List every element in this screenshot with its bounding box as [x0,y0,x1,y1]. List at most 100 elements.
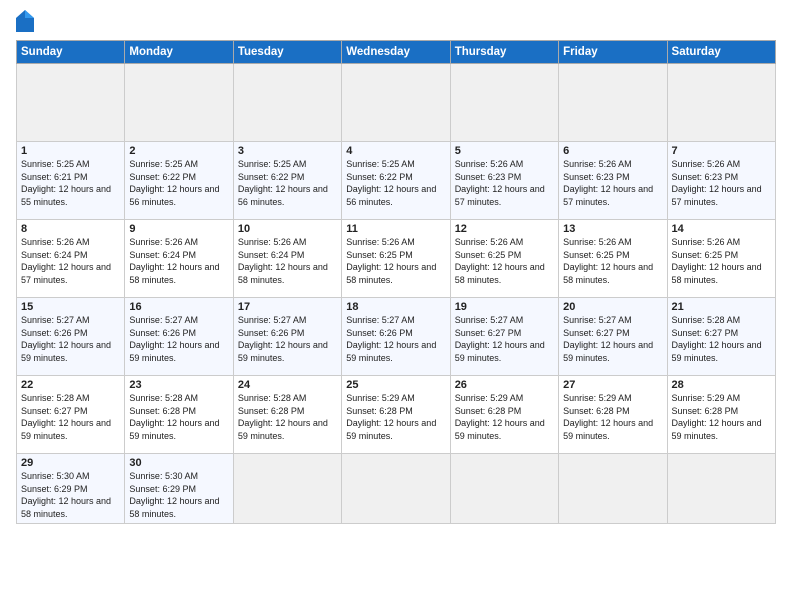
day-info: Sunrise: 5:26 AMSunset: 6:25 PMDaylight:… [455,236,554,286]
day-info: Sunrise: 5:26 AMSunset: 6:23 PMDaylight:… [563,158,662,208]
day-info: Sunrise: 5:29 AMSunset: 6:28 PMDaylight:… [563,392,662,442]
calendar-cell: 25Sunrise: 5:29 AMSunset: 6:28 PMDayligh… [342,376,450,454]
calendar-cell: 13Sunrise: 5:26 AMSunset: 6:25 PMDayligh… [559,220,667,298]
day-info: Sunrise: 5:27 AMSunset: 6:27 PMDaylight:… [563,314,662,364]
calendar-cell: 19Sunrise: 5:27 AMSunset: 6:27 PMDayligh… [450,298,558,376]
day-info: Sunrise: 5:27 AMSunset: 6:26 PMDaylight:… [21,314,120,364]
calendar-cell: 29Sunrise: 5:30 AMSunset: 6:29 PMDayligh… [17,454,125,524]
calendar-cell: 6Sunrise: 5:26 AMSunset: 6:23 PMDaylight… [559,142,667,220]
day-number: 22 [21,379,120,391]
day-number: 1 [21,145,120,157]
calendar-cell [450,454,558,524]
day-number: 21 [672,301,771,313]
day-info: Sunrise: 5:27 AMSunset: 6:26 PMDaylight:… [238,314,337,364]
day-number: 24 [238,379,337,391]
day-info: Sunrise: 5:25 AMSunset: 6:22 PMDaylight:… [238,158,337,208]
logo [16,10,36,32]
calendar-cell: 3Sunrise: 5:25 AMSunset: 6:22 PMDaylight… [233,142,341,220]
day-info: Sunrise: 5:30 AMSunset: 6:29 PMDaylight:… [21,470,120,520]
header-friday: Friday [559,41,667,64]
header-saturday: Saturday [667,41,775,64]
day-info: Sunrise: 5:29 AMSunset: 6:28 PMDaylight:… [455,392,554,442]
header-wednesday: Wednesday [342,41,450,64]
calendar-cell [342,454,450,524]
day-info: Sunrise: 5:25 AMSunset: 6:21 PMDaylight:… [21,158,120,208]
day-info: Sunrise: 5:26 AMSunset: 6:25 PMDaylight:… [563,236,662,286]
calendar-cell [233,454,341,524]
day-info: Sunrise: 5:25 AMSunset: 6:22 PMDaylight:… [129,158,228,208]
day-info: Sunrise: 5:28 AMSunset: 6:28 PMDaylight:… [129,392,228,442]
calendar-cell: 15Sunrise: 5:27 AMSunset: 6:26 PMDayligh… [17,298,125,376]
day-number: 12 [455,223,554,235]
calendar-cell: 2Sunrise: 5:25 AMSunset: 6:22 PMDaylight… [125,142,233,220]
calendar-cell: 4Sunrise: 5:25 AMSunset: 6:22 PMDaylight… [342,142,450,220]
calendar-cell: 10Sunrise: 5:26 AMSunset: 6:24 PMDayligh… [233,220,341,298]
day-number: 15 [21,301,120,313]
calendar-cell: 12Sunrise: 5:26 AMSunset: 6:25 PMDayligh… [450,220,558,298]
calendar-cell [559,454,667,524]
calendar-cell: 1Sunrise: 5:25 AMSunset: 6:21 PMDaylight… [17,142,125,220]
day-number: 6 [563,145,662,157]
calendar-cell [559,64,667,142]
calendar-cell: 8Sunrise: 5:26 AMSunset: 6:24 PMDaylight… [17,220,125,298]
day-number: 3 [238,145,337,157]
day-info: Sunrise: 5:26 AMSunset: 6:25 PMDaylight:… [346,236,445,286]
day-info: Sunrise: 5:30 AMSunset: 6:29 PMDaylight:… [129,470,228,520]
day-info: Sunrise: 5:28 AMSunset: 6:27 PMDaylight:… [21,392,120,442]
day-number: 18 [346,301,445,313]
day-info: Sunrise: 5:26 AMSunset: 6:23 PMDaylight:… [672,158,771,208]
calendar-cell [667,64,775,142]
calendar-cell: 7Sunrise: 5:26 AMSunset: 6:23 PMDaylight… [667,142,775,220]
calendar-cell: 22Sunrise: 5:28 AMSunset: 6:27 PMDayligh… [17,376,125,454]
day-number: 9 [129,223,228,235]
day-number: 11 [346,223,445,235]
day-info: Sunrise: 5:26 AMSunset: 6:24 PMDaylight:… [129,236,228,286]
calendar-cell: 20Sunrise: 5:27 AMSunset: 6:27 PMDayligh… [559,298,667,376]
calendar-week-5: 29Sunrise: 5:30 AMSunset: 6:29 PMDayligh… [17,454,776,524]
day-number: 17 [238,301,337,313]
day-number: 23 [129,379,228,391]
calendar-cell: 28Sunrise: 5:29 AMSunset: 6:28 PMDayligh… [667,376,775,454]
day-number: 8 [21,223,120,235]
calendar-cell [233,64,341,142]
calendar-table: SundayMondayTuesdayWednesdayThursdayFrid… [16,40,776,524]
day-number: 27 [563,379,662,391]
day-number: 20 [563,301,662,313]
day-info: Sunrise: 5:29 AMSunset: 6:28 PMDaylight:… [346,392,445,442]
logo-icon [16,10,34,32]
calendar-cell [342,64,450,142]
header [16,10,776,32]
day-info: Sunrise: 5:26 AMSunset: 6:24 PMDaylight:… [238,236,337,286]
day-info: Sunrise: 5:25 AMSunset: 6:22 PMDaylight:… [346,158,445,208]
day-number: 26 [455,379,554,391]
day-info: Sunrise: 5:27 AMSunset: 6:26 PMDaylight:… [346,314,445,364]
day-number: 14 [672,223,771,235]
calendar-cell: 17Sunrise: 5:27 AMSunset: 6:26 PMDayligh… [233,298,341,376]
calendar-cell: 18Sunrise: 5:27 AMSunset: 6:26 PMDayligh… [342,298,450,376]
day-number: 13 [563,223,662,235]
calendar-week-1: 1Sunrise: 5:25 AMSunset: 6:21 PMDaylight… [17,142,776,220]
calendar-cell: 30Sunrise: 5:30 AMSunset: 6:29 PMDayligh… [125,454,233,524]
calendar-week-2: 8 Sunrise: 5:26 AMSunset: 6:24 PMDaylight… [17,220,776,298]
day-info: Sunrise: 5:29 AMSunset: 6:28 PMDaylight:… [672,392,771,442]
calendar-cell: 24Sunrise: 5:28 AMSunset: 6:28 PMDayligh… [233,376,341,454]
day-number: 2 [129,145,228,157]
calendar-cell: 9Sunrise: 5:26 AMSunset: 6:24 PMDaylight… [125,220,233,298]
calendar-week-4: 22Sunrise: 5:28 AMSunset: 6:27 PMDayligh… [17,376,776,454]
day-number: 25 [346,379,445,391]
day-info: Sunrise: 5:28 AMSunset: 6:28 PMDaylight:… [238,392,337,442]
calendar-cell: 5Sunrise: 5:26 AMSunset: 6:23 PMDaylight… [450,142,558,220]
calendar-cell: 26Sunrise: 5:29 AMSunset: 6:28 PMDayligh… [450,376,558,454]
day-number: 28 [672,379,771,391]
day-info: Sunrise: 5:27 AMSunset: 6:26 PMDaylight:… [129,314,228,364]
day-number: 19 [455,301,554,313]
calendar-cell [17,64,125,142]
day-number: 29 [21,457,120,469]
calendar-header-row: SundayMondayTuesdayWednesdayThursdayFrid… [17,41,776,64]
calendar-cell: 23Sunrise: 5:28 AMSunset: 6:28 PMDayligh… [125,376,233,454]
header-sunday: Sunday [17,41,125,64]
header-thursday: Thursday [450,41,558,64]
calendar-cell: 14Sunrise: 5:26 AMSunset: 6:25 PMDayligh… [667,220,775,298]
header-tuesday: Tuesday [233,41,341,64]
day-number: 7 [672,145,771,157]
